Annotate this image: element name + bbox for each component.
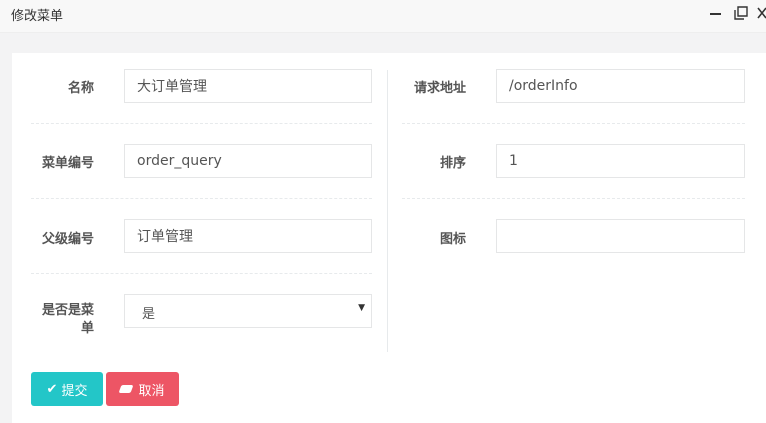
is-menu-label: 是否是菜单 [41,303,94,336]
eraser-icon [119,385,134,393]
divider [402,198,745,199]
window-title: 修改菜单 [11,9,64,24]
divider [31,123,372,124]
parent-code-label: 父级编号 [41,232,94,247]
maximize-icon[interactable] [733,5,749,21]
divider [31,273,372,274]
sort-input[interactable] [496,144,745,178]
dropdown-arrow-icon: ▼ [358,303,365,313]
menu-code-label: 菜单编号 [41,156,94,171]
column-divider [387,70,388,352]
divider [31,198,372,199]
icon-label: 图标 [439,232,466,247]
cancel-button[interactable]: 取消 [106,372,179,406]
divider [402,123,745,124]
minimize-icon[interactable] [708,5,724,21]
sort-label: 排序 [439,156,466,171]
name-input[interactable] [124,69,372,103]
name-label: 名称 [67,81,94,96]
icon-input[interactable] [496,219,745,253]
cancel-label: 取消 [138,383,165,399]
is-menu-select[interactable]: 是 ▼ [124,294,372,328]
window-titlebar: 修改菜单 [0,0,766,33]
close-icon[interactable] [757,5,766,21]
menu-code-input[interactable] [124,144,372,178]
url-input[interactable] [496,69,745,103]
submit-button[interactable]: ✔ 提交 [31,372,103,406]
check-icon: ✔ [46,381,58,397]
url-label: 请求地址 [413,81,466,96]
parent-code-input[interactable] [124,219,372,253]
submit-label: 提交 [61,383,88,399]
is-menu-selected-value: 是 [142,307,156,322]
